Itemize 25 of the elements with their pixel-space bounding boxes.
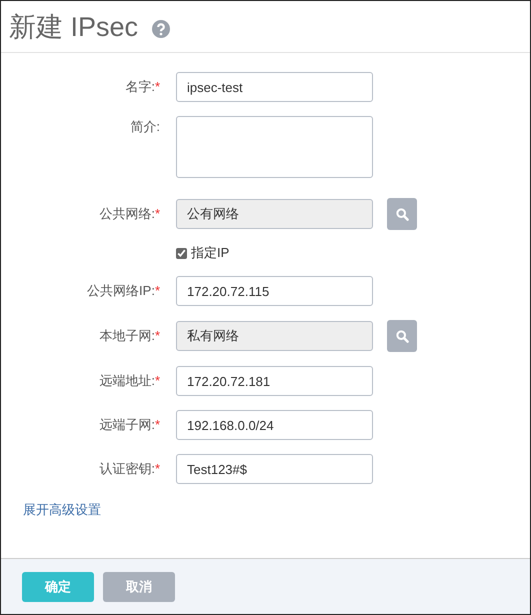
field-label: 认证密钥:* (99, 460, 160, 478)
field-label: 公共网络IP:* (87, 282, 160, 300)
input-field[interactable]: ipsec-test (176, 72, 373, 102)
search-icon (396, 330, 408, 342)
checkbox[interactable] (176, 248, 187, 258)
input-field[interactable]: 172.20.72.181 (176, 366, 373, 396)
field-label: 远端子网:* (99, 416, 160, 434)
field-label: 简介: (130, 118, 160, 136)
help-icon[interactable] (152, 20, 170, 38)
search-button[interactable] (387, 198, 417, 230)
input-field[interactable]: 172.20.72.115 (176, 276, 373, 306)
field-label: 公共网络:* (99, 205, 160, 223)
page-title: 新建 IPsec (9, 10, 138, 44)
select-field[interactable]: 私有网络 (176, 321, 373, 351)
search-button[interactable] (387, 320, 417, 352)
input-field[interactable]: 192.168.0.0/24 (176, 410, 373, 440)
field-label: 远端地址:* (99, 372, 160, 390)
field-label: 本地子网:* (99, 327, 160, 345)
description-field[interactable] (176, 116, 373, 178)
search-icon (396, 208, 408, 220)
input-field[interactable]: Test123#$ (176, 454, 373, 484)
select-field[interactable]: 公有网络 (176, 199, 373, 229)
checkbox-label: 指定IP (191, 244, 230, 262)
advanced-settings-link[interactable]: 展开高级设置 (23, 501, 101, 519)
field-label: 名字:* (125, 78, 160, 96)
